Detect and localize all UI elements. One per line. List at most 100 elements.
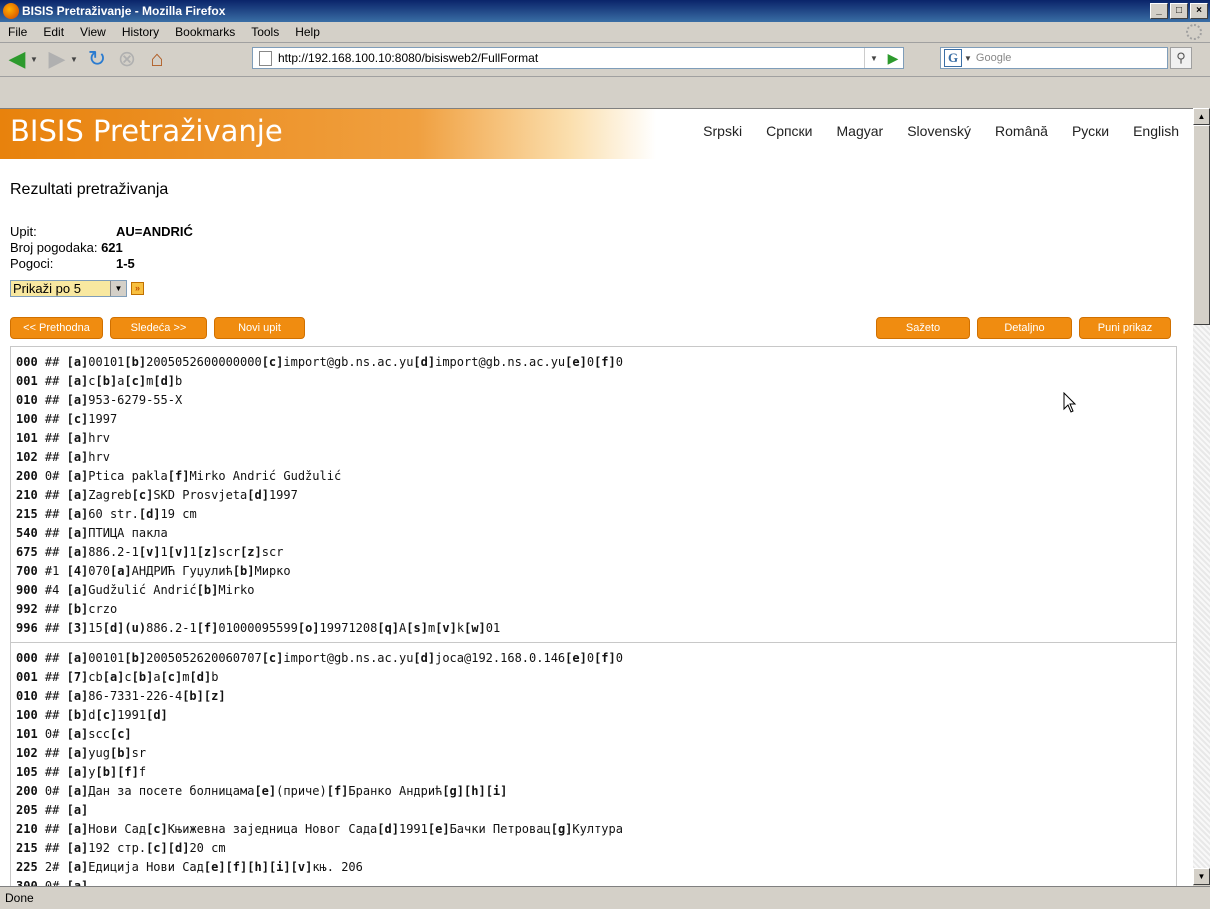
- field-tag: [f]: [225, 860, 248, 874]
- next-button[interactable]: Sledeća >>: [110, 317, 207, 339]
- field-tag: [a]: [66, 545, 89, 559]
- field-tag: 105: [16, 765, 38, 779]
- language-switcher: Srpski Српски Magyar Slovenský Română Ру…: [703, 123, 1179, 139]
- menu-tools[interactable]: Tools: [243, 25, 287, 39]
- scroll-thumb[interactable]: [1193, 125, 1210, 325]
- field-value: cb: [88, 670, 103, 684]
- back-arrow-icon[interactable]: ◀: [4, 46, 30, 72]
- lang-romana[interactable]: Română: [995, 123, 1048, 139]
- field-tag: [v]: [435, 621, 457, 635]
- field-tag: 102: [16, 746, 38, 760]
- field-value: Дан за посете болницама: [88, 784, 255, 798]
- field-tag: [f]: [594, 651, 616, 665]
- chevron-down-icon[interactable]: ▼: [110, 281, 126, 296]
- field-tag: 225: [16, 860, 38, 874]
- apply-icon[interactable]: »: [131, 282, 144, 295]
- field-value: Култура: [572, 822, 623, 836]
- search-box[interactable]: G ▼ Google: [940, 47, 1168, 69]
- field-tag: 205: [16, 803, 38, 817]
- vertical-scrollbar[interactable]: ▲ ▼: [1193, 108, 1210, 885]
- field-tag: [s]: [406, 621, 428, 635]
- field-value: ##: [37, 526, 67, 540]
- field-value: ##: [37, 803, 67, 817]
- maximize-button[interactable]: □: [1170, 3, 1188, 19]
- short-view-button[interactable]: Sažeto: [876, 317, 970, 339]
- record-field-line: 900 #4 [a]Gudžulić Andrić[b]Mirko: [16, 581, 1171, 600]
- field-tag: [i]: [485, 784, 508, 798]
- forward-dropdown-icon[interactable]: ▼: [70, 55, 80, 64]
- field-tag: [a]: [66, 450, 89, 464]
- scroll-down-icon[interactable]: ▼: [1193, 868, 1210, 885]
- record-field-line: 675 ## [a]886.2-1[v]1[v]1[z]scr[z]scr: [16, 543, 1171, 562]
- field-tag: 000: [16, 355, 38, 369]
- address-dropdown-icon[interactable]: ▼: [864, 48, 883, 68]
- menu-bookmarks[interactable]: Bookmarks: [167, 25, 243, 39]
- full-view-button[interactable]: Puni prikaz: [1079, 317, 1171, 339]
- close-button[interactable]: ×: [1190, 3, 1208, 19]
- address-bar[interactable]: http://192.168.100.10:8080/bisisweb2/Ful…: [252, 47, 904, 69]
- prev-button[interactable]: << Prethodna: [10, 317, 103, 339]
- search-engine-dropdown-icon[interactable]: ▼: [964, 54, 972, 63]
- lang-srpski[interactable]: Srpski: [703, 123, 742, 139]
- new-query-button[interactable]: Novi upit: [214, 317, 305, 339]
- menu-file[interactable]: File: [0, 25, 35, 39]
- field-value: c: [88, 374, 96, 388]
- field-tag: [a]: [66, 822, 89, 836]
- lang-english[interactable]: English: [1133, 123, 1179, 139]
- lang-slovensky[interactable]: Slovenský: [907, 123, 971, 139]
- field-tag: 200: [16, 469, 38, 483]
- google-icon[interactable]: G: [944, 49, 962, 67]
- menu-view[interactable]: View: [72, 25, 114, 39]
- field-tag: [a]: [66, 431, 89, 445]
- field-value: joca@192.168.0.146: [435, 651, 566, 665]
- menu-help[interactable]: Help: [287, 25, 328, 39]
- field-value: 0#: [37, 879, 67, 886]
- lang-srpski-cyrillic[interactable]: Српски: [766, 123, 812, 139]
- field-tag: 010: [16, 393, 38, 407]
- status-bar: Done: [0, 886, 1210, 909]
- detailed-view-button[interactable]: Detaljno: [977, 317, 1072, 339]
- home-icon[interactable]: ⌂: [144, 46, 170, 72]
- field-value: 01000095599: [218, 621, 298, 635]
- field-value: 0: [586, 651, 595, 665]
- field-value: ##: [37, 651, 67, 665]
- hits-value: 1-5: [116, 256, 135, 271]
- field-tag: [a]: [66, 860, 89, 874]
- field-tag: 010: [16, 689, 38, 703]
- back-dropdown-icon[interactable]: ▼: [30, 55, 40, 64]
- field-tag: [b]: [95, 374, 118, 388]
- field-tag: (u): [124, 621, 147, 635]
- reload-icon[interactable]: ↻: [84, 46, 110, 72]
- menu-history[interactable]: History: [114, 25, 167, 39]
- minimize-button[interactable]: _: [1150, 3, 1168, 19]
- address-url[interactable]: http://192.168.100.10:8080/bisisweb2/Ful…: [278, 51, 864, 65]
- field-value: yug: [88, 746, 110, 760]
- lang-ruski[interactable]: Руски: [1072, 123, 1109, 139]
- field-tag: 996: [16, 621, 38, 635]
- field-tag: [f]: [326, 784, 349, 798]
- lang-magyar[interactable]: Magyar: [837, 123, 884, 139]
- field-value: b: [211, 670, 219, 684]
- record-field-line: 100 ## [c]1997: [16, 410, 1171, 429]
- field-tag: [f]: [594, 355, 616, 369]
- field-value: ##: [37, 822, 67, 836]
- field-value: 953-6279-55-X: [88, 393, 183, 407]
- per-page-selected[interactable]: Prikaži po 5: [13, 281, 110, 296]
- field-value: f: [138, 765, 147, 779]
- stop-icon[interactable]: ⊗: [114, 46, 140, 72]
- throbber-icon: [1186, 24, 1202, 40]
- menu-edit[interactable]: Edit: [35, 25, 72, 39]
- search-placeholder[interactable]: Google: [976, 52, 1011, 64]
- record-field-line: 105 ## [a]y[b][f]f: [16, 763, 1171, 782]
- per-page-select[interactable]: Prikaži po 5 ▼: [10, 280, 127, 297]
- go-arrow-icon[interactable]: ▶: [883, 48, 903, 68]
- field-tag: [c]: [146, 822, 168, 836]
- forward-arrow-icon[interactable]: ▶: [44, 46, 70, 72]
- field-value: d: [88, 708, 96, 722]
- record-field-line: 210 ## [a]Нови Сад[c]Књижевна заједница …: [16, 820, 1171, 839]
- field-value: ##: [37, 374, 67, 388]
- field-value: SKD Prosvjeta: [153, 488, 248, 502]
- field-tag: [a]: [66, 469, 89, 483]
- search-magnifier-icon[interactable]: ⚲: [1170, 47, 1192, 69]
- scroll-up-icon[interactable]: ▲: [1193, 108, 1210, 125]
